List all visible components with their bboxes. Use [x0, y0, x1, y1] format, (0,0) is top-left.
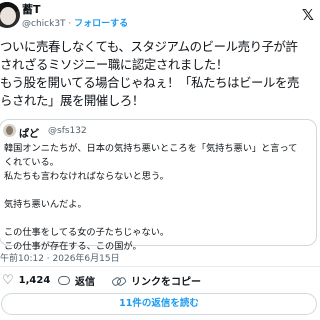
- tweet-timestamp[interactable]: 午前10:12 · 2026年6月15日: [0, 251, 120, 264]
- author-name[interactable]: 蓄T: [22, 1, 41, 17]
- quote-author-name: ぱど: [19, 129, 39, 140]
- tweet-header: 蓄T @chick3T · フォローする 𝕏: [0, 0, 320, 32]
- divider: [0, 266, 320, 267]
- author-avatar[interactable]: [0, 2, 20, 28]
- x-logo-icon[interactable]: 𝕏: [302, 6, 314, 24]
- like-button[interactable]: ♡ 1,424: [2, 273, 50, 288]
- action-bar: ♡ 1,424 返信 リンクをコピー: [0, 271, 320, 289]
- quote-avatar-figure: [6, 126, 13, 135]
- read-replies-button[interactable]: 11件の返信を読む: [1, 293, 317, 315]
- copy-link-label: リンクをコピー: [131, 277, 201, 288]
- heart-icon: ♡: [2, 273, 14, 288]
- avatar-face: [0, 7, 16, 25]
- quote-text: 韓国オンニたちが、日本の気持ち悪いところを「気持ち悪い」と言って くれている。 …: [4, 143, 298, 252]
- reply-button[interactable]: 返信: [58, 273, 95, 288]
- reply-icon: [58, 276, 70, 285]
- quote-author-handle: @sfs132: [48, 126, 87, 136]
- author-handle-line: @chick3T · フォローする: [22, 16, 128, 29]
- handle-separator: ·: [65, 19, 75, 29]
- follow-button[interactable]: フォローする: [74, 19, 128, 29]
- copy-link-button[interactable]: リンクをコピー: [112, 273, 201, 288]
- tweet-text: ついに売春しなくても、スタジアムのビール売り子が許 されざるミソジニー職に認定さ…: [0, 39, 300, 108]
- quote-author-avatar: [3, 124, 16, 137]
- author-handle[interactable]: @chick3T: [22, 19, 66, 29]
- like-count: 1,424: [18, 275, 51, 286]
- link-icon: [112, 277, 126, 285]
- quoted-tweet[interactable]: ぱど @sfs132 韓国オンニたちが、日本の気持ち悪いところを「気持ち悪い」と…: [0, 119, 317, 252]
- reply-label: 返信: [75, 277, 95, 288]
